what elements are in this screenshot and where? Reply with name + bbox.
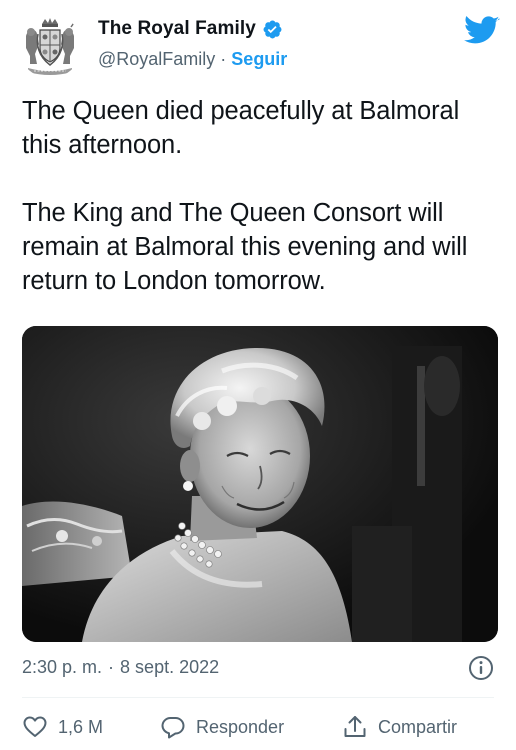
tweet-photo[interactable]: [22, 326, 498, 642]
timestamp-separator: ·: [108, 657, 115, 677]
verified-badge-icon: [263, 20, 282, 38]
tweet-actions: 1,6 M Responder Compartir: [22, 714, 498, 742]
share-button[interactable]: Compartir: [342, 714, 457, 740]
royal-coat-of-arms-icon: [18, 14, 82, 78]
tweet-paragraph-2: The King and The Queen Consort will rema…: [22, 199, 468, 295]
handle-separator: ·: [220, 49, 227, 69]
like-count: 1,6 M: [58, 716, 104, 737]
author-display-name[interactable]: The Royal Family: [98, 18, 256, 40]
tweet-timestamp[interactable]: 2:30 p. m. · 8 sept. 2022: [22, 657, 219, 678]
divider: [22, 697, 494, 698]
share-label: Compartir: [378, 716, 458, 737]
tweet-text: The Queen died peacefully at Balmoral th…: [22, 94, 502, 332]
tweet-time: 2:30 p. m.: [22, 657, 103, 677]
author-handle[interactable]: @RoyalFamily: [98, 49, 215, 70]
reply-button[interactable]: Responder: [160, 714, 284, 740]
tweet-date: 8 sept. 2022: [120, 657, 220, 677]
heart-icon: [23, 716, 47, 737]
like-button[interactable]: 1,6 M: [22, 714, 103, 740]
share-upload-icon: [344, 716, 366, 737]
avatar[interactable]: [18, 14, 82, 78]
info-icon[interactable]: [468, 655, 494, 681]
twitter-bird-icon[interactable]: [464, 16, 500, 46]
photo-image: [22, 326, 498, 642]
tweet-header: The Royal Family @RoyalFamily · Seguir: [18, 14, 500, 78]
reply-label: Responder: [196, 716, 285, 737]
author-name-line: The Royal Family: [98, 18, 283, 40]
follow-button[interactable]: Seguir: [231, 49, 287, 70]
tweet-paragraph-1: The Queen died peacefully at Balmoral th…: [22, 97, 460, 159]
author-handle-line: @RoyalFamily · Seguir: [98, 49, 287, 70]
reply-bubble-icon: [161, 717, 185, 739]
